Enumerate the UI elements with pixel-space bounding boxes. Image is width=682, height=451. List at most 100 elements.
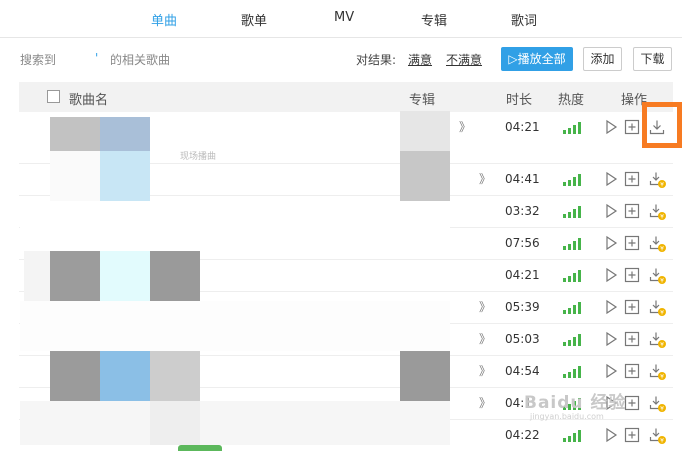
add-to-list-icon[interactable]	[624, 267, 640, 283]
download-icon[interactable]: ¥	[649, 331, 667, 349]
header-heat: 热度	[558, 93, 585, 108]
add-to-list-icon[interactable]	[624, 171, 640, 187]
heat-bars-icon	[563, 270, 581, 282]
heat-bars-icon	[563, 302, 581, 314]
svg-text:¥: ¥	[660, 278, 664, 285]
redacted-block	[150, 401, 200, 445]
play-icon[interactable]	[603, 119, 619, 135]
expand-chevron-icon[interactable]: 》	[479, 298, 491, 315]
select-all-checkbox[interactable]	[47, 90, 60, 103]
feedback-satisfied-link[interactable]: 满意	[408, 51, 432, 68]
svg-text:¥: ¥	[660, 214, 664, 221]
expand-chevron-icon[interactable]: 》	[479, 362, 491, 379]
redacted-block	[100, 117, 150, 151]
song-duration: 04:22	[505, 428, 540, 442]
tab-albums[interactable]: 专辑	[421, 10, 447, 29]
header-duration: 时长	[506, 93, 533, 108]
feedback-unsatisfied-link[interactable]: 不满意	[446, 51, 482, 68]
scrollbar-thumb[interactable]	[178, 445, 222, 451]
song-duration: 04:21	[505, 120, 540, 134]
download-icon[interactable]: ¥	[649, 171, 667, 189]
redacted-block	[50, 251, 100, 301]
row-subtitle: 现场播曲	[180, 152, 217, 162]
song-duration: 04:41	[505, 172, 540, 186]
heat-bars-icon	[563, 430, 581, 442]
song-duration: 03:32	[505, 204, 540, 218]
tab-songs[interactable]: 单曲	[151, 10, 177, 29]
download-icon[interactable]: ¥	[649, 363, 667, 381]
search-suffix: 的相关歌曲	[110, 53, 171, 67]
play-icon[interactable]	[603, 171, 619, 187]
play-icon[interactable]	[603, 203, 619, 219]
play-icon[interactable]	[603, 427, 619, 443]
redacted-block	[150, 251, 200, 301]
svg-text:¥: ¥	[660, 246, 664, 253]
download-button[interactable]: 下载	[633, 47, 672, 71]
add-to-list-icon[interactable]	[624, 299, 640, 315]
download-icon[interactable]: ¥	[649, 299, 667, 317]
redacted-block	[50, 151, 100, 201]
play-icon[interactable]	[603, 299, 619, 315]
play-icon[interactable]	[603, 331, 619, 347]
redacted-block	[100, 251, 150, 301]
table-header: 歌曲名 专辑 时长 热度 操作	[19, 82, 673, 112]
search-prefix: 搜索到	[20, 53, 57, 67]
expand-chevron-icon[interactable]: 》	[479, 330, 491, 347]
add-to-list-icon[interactable]	[624, 203, 640, 219]
search-query: '	[95, 51, 99, 65]
tab-lyrics[interactable]: 歌词	[511, 10, 537, 29]
watermark-logo: Baidu 经验	[524, 393, 627, 413]
add-to-list-icon[interactable]	[624, 235, 640, 251]
add-to-list-icon[interactable]	[624, 363, 640, 379]
play-icon[interactable]	[603, 235, 619, 251]
expand-chevron-icon[interactable]: 》	[479, 394, 491, 411]
add-to-list-icon[interactable]	[624, 331, 640, 347]
add-button[interactable]: 添加	[583, 47, 622, 71]
play-icon[interactable]	[603, 267, 619, 283]
header-song: 歌曲名	[69, 93, 109, 108]
play-icon[interactable]	[603, 363, 619, 379]
expand-chevron-icon[interactable]: 》	[459, 118, 471, 135]
song-duration: 05:03	[505, 332, 540, 346]
add-to-list-icon[interactable]	[624, 427, 640, 443]
song-duration: 05:39	[505, 300, 540, 314]
svg-text:¥: ¥	[660, 374, 664, 381]
heat-bars-icon	[563, 238, 581, 250]
redacted-block	[400, 351, 450, 401]
redacted-block	[400, 111, 450, 151]
tab-playlists[interactable]: 歌单	[241, 10, 267, 29]
svg-text:¥: ¥	[660, 342, 664, 349]
download-icon[interactable]: ¥	[649, 427, 667, 445]
heat-bars-icon	[563, 122, 581, 134]
redacted-block	[24, 251, 50, 301]
add-to-list-icon[interactable]	[624, 119, 640, 135]
redacted-block	[20, 301, 450, 351]
header-album: 专辑	[409, 93, 436, 108]
feedback-label: 对结果:	[356, 53, 397, 67]
download-highlight-box	[642, 102, 682, 148]
search-summary-bar: 搜索到 ' 的相关歌曲 对结果: 满意 不满意	[0, 38, 682, 80]
download-icon[interactable]: ¥	[649, 267, 667, 285]
song-duration: 04:21	[505, 268, 540, 282]
heat-bars-icon	[563, 334, 581, 346]
redacted-block	[50, 351, 100, 401]
heat-bars-icon	[563, 366, 581, 378]
download-icon[interactable]: ¥	[649, 395, 667, 413]
song-duration: 04:54	[505, 364, 540, 378]
redacted-block	[100, 351, 150, 401]
download-icon[interactable]: ¥	[649, 203, 667, 221]
redacted-block	[150, 351, 200, 401]
watermark-url: jingyan.baidu.com	[530, 412, 604, 421]
play-all-button[interactable]: ▷播放全部	[501, 47, 573, 71]
result-tabs: 单曲 歌单 MV 专辑 歌词	[0, 0, 682, 38]
redacted-block	[400, 151, 450, 201]
song-duration: 07:56	[505, 236, 540, 250]
heat-bars-icon	[563, 174, 581, 186]
svg-text:¥: ¥	[660, 182, 664, 189]
tab-mv[interactable]: MV	[334, 10, 354, 25]
redacted-block	[50, 117, 100, 151]
expand-chevron-icon[interactable]: 》	[479, 170, 491, 187]
redacted-block	[20, 401, 450, 445]
download-icon[interactable]: ¥	[649, 235, 667, 253]
svg-text:¥: ¥	[660, 406, 664, 413]
